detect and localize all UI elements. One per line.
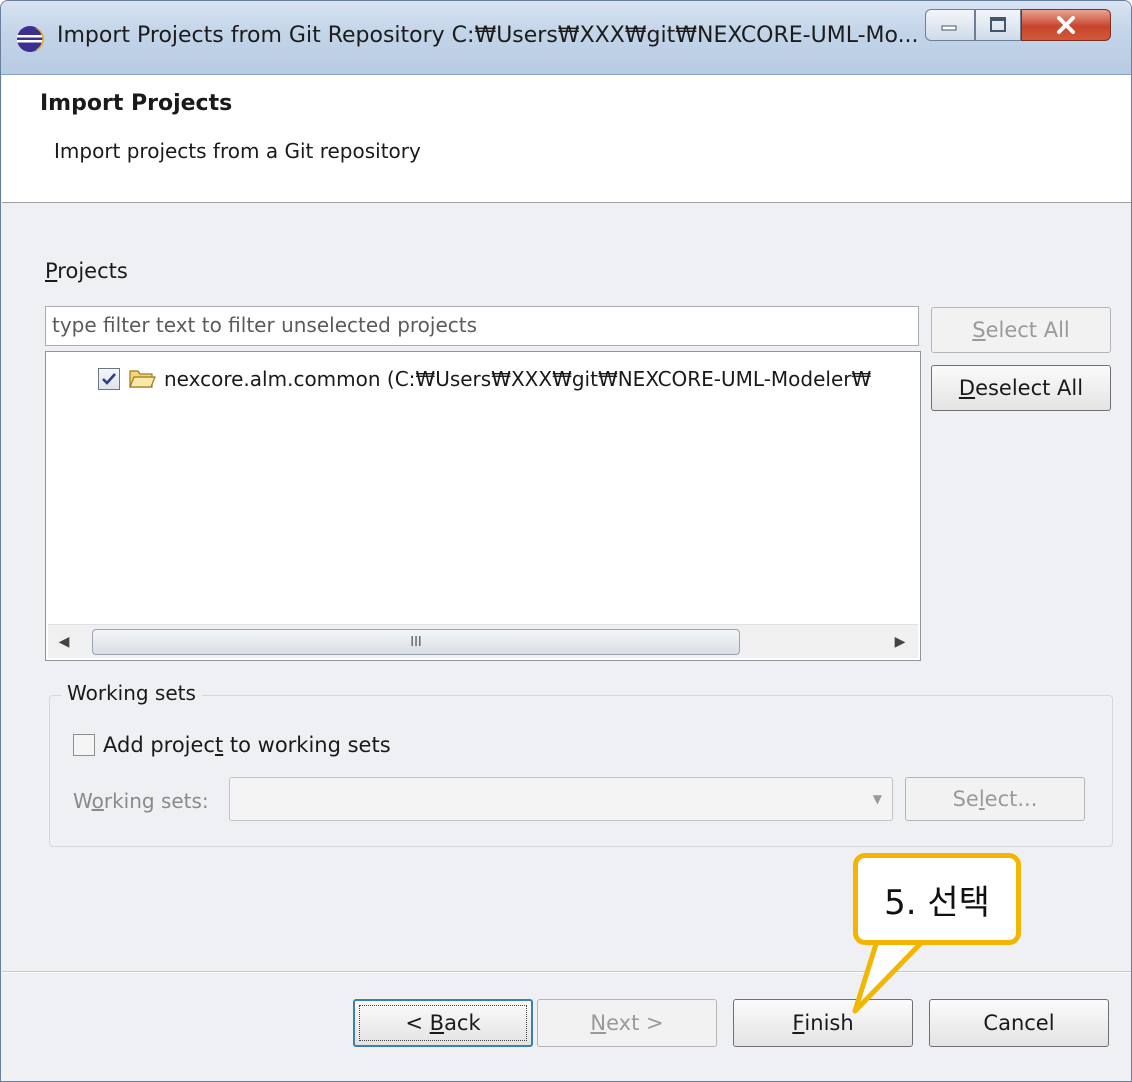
deselect-all-button[interactable]: Deselect All	[931, 365, 1111, 411]
checkmark-icon	[102, 373, 116, 385]
annotation-callout: 5. 선택	[853, 853, 1021, 945]
scroll-right-icon[interactable]: ▶	[890, 632, 910, 652]
bottom-separator	[2, 971, 1131, 973]
horizontal-scrollbar[interactable]: ◀ III ▶	[48, 624, 918, 658]
projects-tree[interactable]: nexcore.alm.common (C:₩Users₩XXX₩git₩NEX…	[45, 351, 921, 661]
working-sets-select-button[interactable]: Se l ect...	[905, 777, 1085, 821]
eclipse-icon	[17, 26, 44, 52]
scroll-left-icon[interactable]: ◀	[54, 632, 74, 652]
working-sets-group	[49, 695, 1113, 847]
back-post: ack	[444, 1011, 481, 1035]
ws-label-pre: W	[73, 789, 92, 813]
back-pre: <	[405, 1011, 430, 1035]
working-sets-field-label: Working sets:	[73, 789, 209, 813]
add-to-working-sets-label: Add project to working sets	[103, 733, 391, 757]
working-sets-legend: Working sets	[61, 681, 202, 705]
page-title: Import Projects	[40, 91, 233, 116]
deselect-all-mnemonic: D	[958, 376, 976, 400]
chevron-down-icon[interactable]: ▼	[873, 792, 882, 806]
minimize-icon	[941, 25, 957, 31]
filter-placeholder: type filter text to filter unselected pr…	[52, 313, 478, 337]
dialog-header: Import Projects Import projects from a G…	[2, 75, 1131, 203]
add-to-working-sets-row[interactable]: Add project to working sets	[73, 733, 391, 757]
page-subtitle: Import projects from a Git repository	[54, 139, 421, 163]
window-title: Import Projects from Git Repository C:₩U…	[57, 23, 919, 48]
callout-text: 5. 선택	[884, 882, 990, 923]
callout-pointer	[852, 937, 925, 1014]
back-mnemonic: B	[429, 1011, 445, 1035]
maximize-icon	[990, 17, 1006, 32]
close-icon	[1057, 16, 1075, 34]
project-label: nexcore.alm.common (C:₩Users₩XXX₩git₩NEX…	[164, 367, 872, 391]
select-all-mnemonic: S	[972, 318, 986, 342]
next-button[interactable]: Next >	[537, 999, 717, 1047]
folder-open-icon	[129, 370, 156, 388]
add-label-pre: Add projec	[103, 733, 215, 757]
scroll-grip: III	[410, 634, 422, 650]
back-button[interactable]: < Back	[353, 999, 533, 1047]
select-all-label: elect All	[985, 318, 1070, 342]
dialog-window: Import Projects from Git Repository C:₩U…	[0, 0, 1132, 1082]
cancel-button[interactable]: Cancel	[929, 999, 1109, 1047]
title-bar[interactable]: Import Projects from Git Repository C:₩U…	[1, 1, 1131, 75]
projects-label-rest: rojects	[57, 259, 128, 283]
filter-input[interactable]: type filter text to filter unselected pr…	[45, 306, 919, 346]
add-to-working-sets-checkbox[interactable]	[73, 734, 95, 756]
minimize-button[interactable]	[925, 9, 975, 41]
working-sets-combo[interactable]: ▼	[229, 777, 893, 821]
list-item[interactable]: nexcore.alm.common (C:₩Users₩XXX₩git₩NEX…	[98, 364, 918, 394]
select-all-button[interactable]: Select All	[931, 307, 1111, 353]
maximize-button[interactable]	[975, 9, 1021, 41]
projects-label: Projects	[45, 259, 128, 283]
project-checkbox[interactable]	[98, 368, 120, 390]
ws-select-pre: Se	[952, 787, 979, 811]
scroll-thumb[interactable]: III	[92, 629, 740, 655]
next-mnemonic: N	[590, 1011, 607, 1035]
ws-label-post: rking sets:	[103, 789, 209, 813]
finish-mnemonic: F	[792, 1011, 805, 1035]
next-post: ext >	[606, 1011, 664, 1035]
cancel-label: Cancel	[983, 1011, 1055, 1035]
add-label-mnemonic: t	[214, 733, 224, 757]
add-label-post: to working sets	[223, 733, 391, 757]
close-button[interactable]	[1021, 9, 1111, 41]
ws-select-post: ect...	[984, 787, 1038, 811]
deselect-all-label: eselect All	[975, 376, 1084, 400]
ws-label-mnemonic: o	[91, 789, 104, 813]
projects-label-mnemonic: P	[45, 259, 58, 283]
